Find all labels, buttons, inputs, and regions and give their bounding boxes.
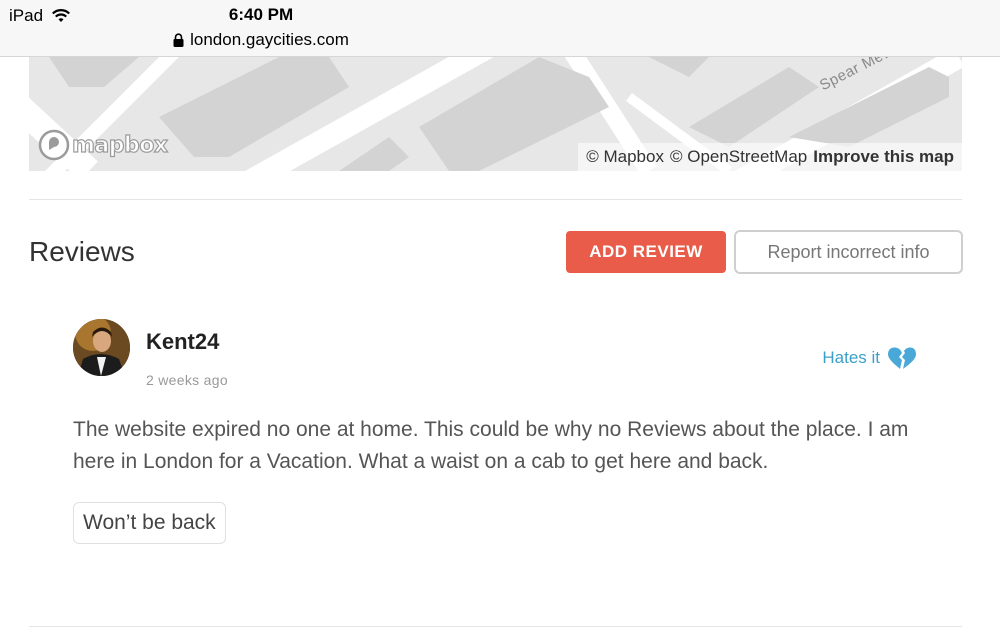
avatar[interactable]: [73, 319, 130, 376]
map-attribution: © Mapbox © OpenStreetMap Improve this ma…: [578, 143, 962, 171]
user-avatar-image: [73, 319, 130, 376]
mapbox-logo[interactable]: mapbox: [38, 129, 169, 161]
improve-map-link[interactable]: Improve this map: [813, 147, 954, 171]
address-bar[interactable]: london.gaycities.com: [0, 30, 1000, 52]
status-time: 6:40 PM: [228, 5, 294, 24]
mapbox-logo-text: mapbox: [71, 132, 168, 158]
lock-icon: [173, 33, 184, 47]
browser-top-bar: iPad 6:40 PM london.gaycities.com: [0, 0, 1000, 57]
attribution-osm-link[interactable]: © OpenStreetMap: [670, 147, 807, 171]
attribution-mapbox-link[interactable]: © Mapbox: [586, 147, 664, 171]
review-tag: Won’t be back: [73, 502, 226, 544]
review-username[interactable]: Kent24: [146, 329, 219, 355]
section-divider: [29, 199, 962, 200]
section-divider-bottom: [29, 626, 962, 627]
add-review-button[interactable]: ADD REVIEW: [566, 231, 726, 273]
review-text: The website expired no one at home. This…: [73, 418, 909, 473]
url-text: london.gaycities.com: [190, 30, 349, 49]
map[interactable]: Spear Mews mapbox © Mapbox © OpenStreetM…: [29, 57, 962, 171]
review-rating: Hates it: [822, 346, 918, 370]
report-incorrect-info-button[interactable]: Report incorrect info: [734, 230, 963, 274]
review-time: 2 weeks ago: [146, 372, 228, 388]
broken-heart-icon: [888, 347, 916, 369]
reviews-heading: Reviews: [29, 236, 135, 267]
mapbox-logo-icon: [38, 129, 70, 161]
rating-text: Hates it: [822, 348, 880, 367]
